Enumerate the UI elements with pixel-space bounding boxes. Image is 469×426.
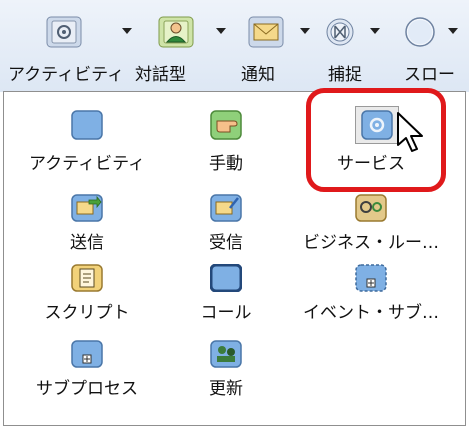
hand-icon [210, 109, 242, 141]
chevron-down-icon[interactable] [448, 28, 458, 34]
catch-icon[interactable] [322, 16, 358, 48]
palette-item-label: サブプロセス [36, 379, 138, 399]
palette-item-update[interactable]: 更新 [151, 340, 301, 426]
toolbar-interactive[interactable]: 対話型 [135, 16, 232, 86]
activity-icon [71, 109, 103, 141]
toolbar-label-throw: スロー [404, 65, 455, 85]
toolbar-label-interactive: 対話型 [135, 65, 186, 85]
palette-item-script[interactable]: スクリプト [12, 264, 162, 350]
business-rule-icon [355, 194, 387, 226]
palette-item-label: 手動 [209, 154, 243, 174]
toolbar-notification[interactable]: 通知 [240, 16, 322, 86]
palette-item-call[interactable]: コール [151, 263, 301, 350]
toolbar-label-notification: 通知 [241, 65, 275, 85]
chevron-down-icon[interactable] [370, 28, 380, 34]
chevron-down-icon[interactable] [300, 28, 310, 34]
activity-gear-icon[interactable] [46, 16, 82, 48]
palette-item-event-subprocess[interactable]: イベント・サブ… [296, 264, 446, 350]
palette-item-label: アクティビティ [28, 154, 146, 174]
palette-item-label: スクリプト [44, 303, 130, 323]
palette-item-label: ビジネス・ルー… [303, 233, 439, 253]
toolbar-label-activity: アクティビティ [8, 65, 125, 85]
chevron-down-icon[interactable] [122, 28, 132, 34]
throw-icon[interactable] [402, 16, 438, 48]
palette-item-manual[interactable]: 手動 [151, 109, 301, 195]
palette-item-label: コール [200, 303, 252, 323]
toolbar-activity[interactable]: アクティビティ [8, 16, 148, 86]
palette-item-label: 送信 [70, 233, 104, 253]
palette-item-label: 受信 [209, 233, 243, 253]
toolbar-catch[interactable]: 捕捉 [318, 16, 396, 86]
script-icon [71, 264, 103, 296]
update-icon [210, 340, 242, 372]
call-icon [209, 263, 243, 296]
event-subprocess-icon [355, 264, 387, 296]
palette-item-activity[interactable]: アクティビティ [12, 109, 162, 195]
send-icon [71, 194, 103, 226]
palette-item-subprocess[interactable]: サブプロセス [12, 340, 162, 426]
toolbar-throw[interactable]: スロー [396, 16, 469, 86]
envelope-icon[interactable] [248, 16, 284, 48]
chevron-down-icon[interactable] [216, 28, 226, 34]
mouse-cursor-icon [396, 111, 426, 155]
user-icon[interactable] [158, 16, 194, 48]
receive-icon [210, 194, 242, 226]
palette-item-label: イベント・サブ… [303, 303, 439, 323]
palette-item-label: 更新 [209, 379, 243, 399]
toolbar: アクティビティ 対話型 通知 捕捉 スロー [0, 0, 469, 92]
toolbar-label-catch: 捕捉 [328, 65, 362, 85]
subprocess-icon [71, 340, 103, 372]
